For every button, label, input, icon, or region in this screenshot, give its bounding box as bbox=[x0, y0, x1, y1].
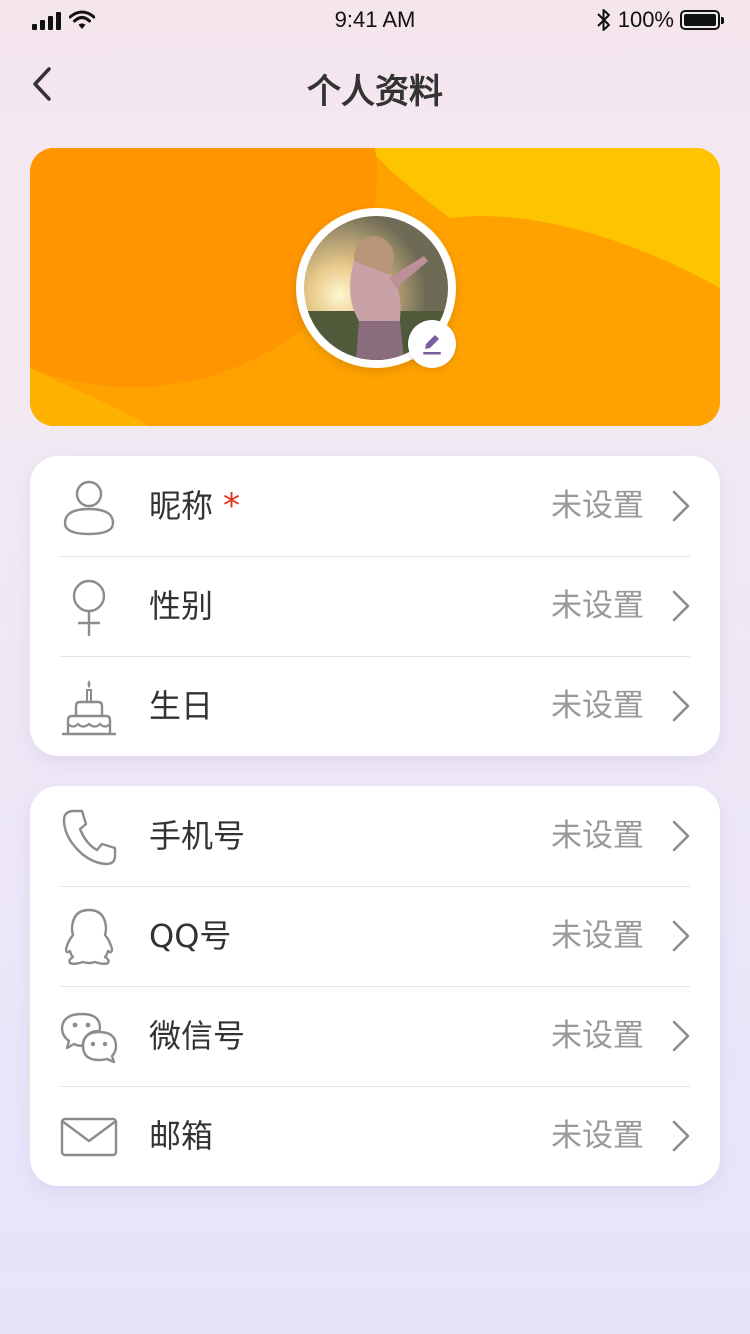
mail-icon bbox=[60, 1108, 118, 1166]
qq-icon bbox=[60, 908, 118, 966]
phone-row[interactable]: 手机号 未设置 bbox=[30, 786, 720, 886]
phone-icon bbox=[60, 808, 118, 866]
birthday-row[interactable]: 生日 未设置 bbox=[30, 656, 720, 756]
battery-percent: 100% bbox=[617, 7, 674, 32]
chevron-right-icon bbox=[672, 1020, 690, 1052]
nickname-row[interactable]: 昵称 * 未设置 bbox=[30, 456, 720, 556]
female-icon bbox=[60, 578, 118, 636]
basic-info-card: 昵称 * 未设置 性别 未设置 生日 未设置 bbox=[30, 456, 720, 756]
chevron-right-icon bbox=[672, 690, 690, 722]
status-bar: 9:41 AM 100% bbox=[0, 0, 750, 40]
chevron-right-icon bbox=[672, 590, 690, 622]
email-row[interactable]: 邮箱 未设置 bbox=[30, 1086, 720, 1186]
email-value: 未设置 bbox=[551, 1118, 644, 1154]
pencil-icon bbox=[423, 335, 441, 355]
email-label: 邮箱 bbox=[149, 1117, 214, 1155]
battery-icon bbox=[680, 10, 724, 30]
wechat-label: 微信号 bbox=[149, 1017, 246, 1055]
wechat-icon bbox=[60, 1008, 118, 1066]
avatar-container bbox=[296, 208, 456, 368]
wechat-row[interactable]: 微信号 未设置 bbox=[30, 986, 720, 1086]
chevron-right-icon bbox=[672, 1120, 690, 1152]
nickname-label-text: 昵称 bbox=[149, 487, 214, 525]
qq-value: 未设置 bbox=[551, 918, 644, 954]
phone-value: 未设置 bbox=[551, 818, 644, 854]
nickname-label: 昵称 * bbox=[149, 486, 240, 526]
qq-label: QQ号 bbox=[149, 917, 232, 955]
status-right: 100% bbox=[596, 7, 724, 33]
phone-label: 手机号 bbox=[149, 817, 246, 855]
bluetooth-icon bbox=[597, 9, 610, 31]
navigation-bar: 个人资料 bbox=[0, 50, 750, 120]
chevron-right-icon bbox=[672, 920, 690, 952]
profile-banner bbox=[30, 148, 720, 426]
page-title: 个人资料 bbox=[307, 72, 443, 112]
gender-label: 性别 bbox=[149, 587, 214, 625]
wechat-value: 未设置 bbox=[551, 1018, 644, 1054]
edit-avatar-button[interactable] bbox=[408, 320, 456, 368]
gender-value: 未设置 bbox=[551, 588, 644, 624]
chevron-right-icon bbox=[672, 490, 690, 522]
cake-icon bbox=[60, 678, 118, 736]
user-icon bbox=[60, 478, 118, 536]
nickname-value: 未设置 bbox=[551, 488, 644, 524]
chevron-right-icon bbox=[672, 820, 690, 852]
contact-info-card: 手机号 未设置 QQ号 未设置 微信号 未设置 邮箱 未设置 bbox=[30, 786, 720, 1186]
birthday-value: 未设置 bbox=[551, 688, 644, 724]
gender-row[interactable]: 性别 未设置 bbox=[30, 556, 720, 656]
qq-row[interactable]: QQ号 未设置 bbox=[30, 886, 720, 986]
required-mark: * bbox=[223, 486, 241, 526]
birthday-label: 生日 bbox=[149, 687, 214, 725]
